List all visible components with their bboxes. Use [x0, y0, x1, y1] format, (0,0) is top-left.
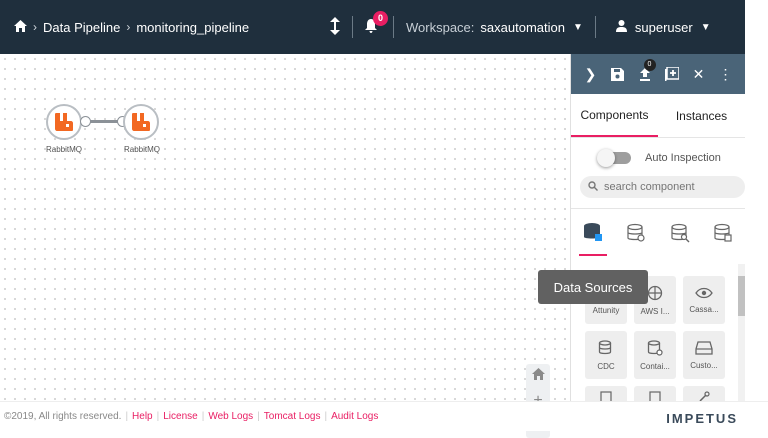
components-panel: ❯ 0 ✕ ⋮ Components Instances Auto Inspec…	[570, 54, 745, 401]
expand-vertical-icon[interactable]	[330, 16, 340, 38]
component-scrollbar[interactable]	[738, 264, 745, 401]
node-label: RabbitMQ	[45, 145, 82, 154]
workspace-label: Workspace:	[406, 19, 475, 35]
tooltip: Data Sources	[538, 270, 648, 304]
search-input[interactable]	[604, 181, 734, 193]
divider	[393, 16, 394, 38]
collapse-panel-icon[interactable]: ❯	[583, 66, 599, 82]
upload-count-badge: 0	[643, 59, 656, 71]
pipeline-node-rabbitmq[interactable]	[46, 104, 82, 140]
chevron-down-icon[interactable]: ▼	[701, 22, 711, 33]
link-separator: |	[156, 411, 160, 422]
footer-link-tomcat-logs[interactable]: Tomcat Logs	[264, 411, 321, 422]
component-tile-cassandra[interactable]: Cassa...	[683, 276, 725, 324]
divider	[594, 16, 596, 38]
pipeline-canvas[interactable]: RabbitMQ RabbitMQ + —	[0, 54, 570, 438]
component-tile-custom[interactable]: Custo...	[683, 331, 725, 379]
component-tile-partial[interactable]	[683, 386, 725, 401]
aws-iot-icon	[647, 285, 663, 300]
document-icon	[600, 391, 612, 401]
data-sources-category-icon[interactable]	[578, 210, 607, 256]
copyright-text: ©2019, All rights reserved.	[4, 411, 122, 422]
component-label: Custo...	[690, 360, 718, 370]
container-icon	[647, 339, 663, 356]
link-separator: |	[125, 411, 129, 422]
notifications-bell-icon[interactable]: 0	[365, 11, 388, 35]
breadcrumb: › Data Pipeline › monitoring_pipeline	[14, 19, 249, 35]
pipeline-connection[interactable]	[90, 120, 120, 123]
breadcrumb-separator-icon: ›	[33, 20, 37, 34]
divider	[352, 16, 353, 38]
link-separator: |	[324, 411, 328, 422]
more-vertical-icon[interactable]: ⋮	[718, 66, 734, 82]
user-menu[interactable]: superuser	[635, 20, 693, 35]
save-icon[interactable]	[610, 66, 626, 82]
component-search	[580, 176, 745, 198]
component-label: CDC	[597, 361, 615, 371]
breadcrumb-separator-icon: ›	[126, 20, 131, 34]
tab-components[interactable]: Components	[571, 94, 658, 137]
notification-count-badge: 0	[373, 11, 388, 26]
component-tile-container[interactable]: Contai...	[634, 331, 676, 379]
analytics-category-icon[interactable]	[666, 210, 694, 256]
component-tile-partial[interactable]	[585, 386, 627, 401]
component-label: Cassa...	[689, 304, 719, 314]
workspace-selector[interactable]: saxautomation	[480, 20, 565, 35]
emitters-category-icon[interactable]	[709, 210, 737, 256]
header-controls: 0 Workspace: saxautomation ▼ superuser ▼	[330, 0, 711, 54]
auto-inspection-label: Auto Inspection	[645, 152, 721, 164]
impetus-logo: IMPETUS	[666, 411, 738, 426]
home-icon[interactable]	[14, 19, 27, 35]
document-icon	[649, 391, 661, 401]
chevron-down-icon[interactable]: ▼	[573, 22, 583, 33]
custom-drive-icon	[695, 340, 713, 355]
rabbitmq-icon	[55, 113, 73, 131]
component-tile-partial[interactable]	[634, 386, 676, 401]
footer-link-audit-logs[interactable]: Audit Logs	[331, 411, 378, 422]
upload-icon[interactable]: 0	[637, 59, 656, 82]
link-separator: |	[201, 411, 205, 422]
component-category-tabs	[571, 208, 745, 256]
node-label: RabbitMQ	[123, 145, 160, 154]
component-label: AWS I...	[640, 306, 670, 316]
breadcrumb-data-pipeline[interactable]: Data Pipeline	[43, 20, 120, 35]
cassandra-eye-icon	[695, 287, 713, 298]
user-icon	[615, 19, 627, 35]
panel-toolbar: ❯ 0 ✕ ⋮	[571, 54, 745, 94]
panel-tabs: Components Instances	[571, 94, 745, 138]
component-label: Attunity	[592, 305, 620, 315]
top-header: › Data Pipeline › monitoring_pipeline 0 …	[0, 0, 745, 54]
footer-link-web-logs[interactable]: Web Logs	[208, 411, 253, 422]
pipeline-node-rabbitmq[interactable]	[123, 104, 159, 140]
auto-inspection-row: Auto Inspection	[597, 149, 745, 167]
tool-icon	[699, 391, 710, 401]
tab-instances[interactable]: Instances	[658, 94, 745, 137]
auto-inspection-toggle[interactable]	[597, 149, 631, 167]
rabbitmq-icon	[132, 113, 150, 131]
footer-link-license[interactable]: License	[163, 411, 197, 422]
database-icon	[598, 339, 612, 354]
search-icon	[588, 180, 598, 194]
home-icon[interactable]	[531, 367, 545, 385]
processors-category-icon[interactable]	[622, 210, 650, 256]
component-label: Contai...	[640, 361, 670, 371]
footer-link-help[interactable]: Help	[132, 411, 153, 422]
component-tile-cdc[interactable]: CDC	[585, 331, 627, 379]
close-icon[interactable]: ✕	[691, 66, 707, 82]
add-component-icon[interactable]	[664, 66, 680, 82]
footer: ©2019, All rights reserved. | Help | Lic…	[0, 401, 768, 431]
breadcrumb-pipeline-name[interactable]: monitoring_pipeline	[136, 20, 249, 35]
link-separator: |	[257, 411, 260, 422]
